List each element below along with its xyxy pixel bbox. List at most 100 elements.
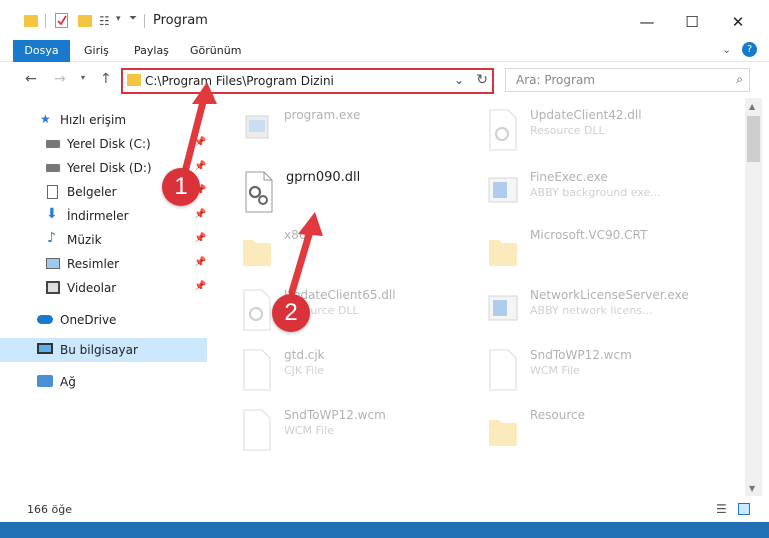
file-item[interactable]: program.exe — [232, 104, 462, 156]
file-item[interactable]: gtd.cjk CJK File — [232, 344, 462, 396]
folder-item[interactable]: x86 — [232, 224, 462, 276]
exe-file-icon — [245, 115, 269, 139]
tab-home[interactable]: Giriş — [74, 40, 119, 62]
chevron-down-icon[interactable]: ▾ — [116, 14, 121, 34]
vertical-scrollbar[interactable]: ▲ ▼ — [745, 98, 762, 496]
status-bar: 166 öğe ☰ — [0, 496, 769, 522]
search-box[interactable]: Ara: Program ⌕ — [505, 68, 750, 92]
search-icon: ⌕ — [736, 72, 743, 86]
folder-icon — [127, 74, 141, 86]
file-item[interactable]: UpdateClient42.dll Resource DLL — [478, 104, 708, 156]
properties-icon[interactable] — [55, 13, 68, 28]
forward-arrow-icon[interactable]: → — [54, 71, 66, 87]
folder-item[interactable]: Microsoft.VC90.CRT — [478, 224, 708, 276]
new-folder-icon[interactable] — [78, 15, 92, 27]
pin-icon: 📌 — [194, 161, 207, 172]
chevron-down-icon[interactable]: ⌄ — [454, 73, 464, 87]
sidebar-item-local-disk-c[interactable]: Yerel Disk (C:) 📌 — [0, 132, 207, 156]
star-icon: ★ — [40, 112, 51, 126]
file-item-gprn090[interactable]: gprn090.dll — [234, 166, 464, 218]
scroll-up-icon[interactable]: ▲ — [749, 102, 755, 111]
scroll-down-icon[interactable]: ▼ — [749, 484, 755, 493]
blank-file-icon — [489, 349, 517, 391]
network-icon — [37, 375, 53, 387]
sidebar-item-label: Müzik — [67, 233, 102, 247]
back-arrow-icon[interactable]: ← — [25, 71, 37, 87]
sidebar-item-network[interactable]: Ağ — [0, 370, 207, 394]
sidebar-item-videos[interactable]: Videolar 📌 — [0, 276, 207, 300]
item-count: 166 öğe — [27, 503, 72, 516]
scrollbar-thumb[interactable] — [747, 116, 760, 162]
sidebar-item-this-pc[interactable]: Bu bilgisayar — [0, 338, 207, 362]
close-button[interactable]: ✕ — [715, 10, 761, 34]
blank-file-icon — [243, 349, 271, 391]
file-name: x86 — [284, 228, 307, 242]
file-item[interactable]: SndToWP12.wcm WCM File — [478, 344, 708, 396]
recent-locations-icon[interactable]: ▾ — [81, 73, 85, 82]
maximize-button[interactable]: ☐ — [669, 10, 715, 34]
folder-icon — [243, 240, 271, 266]
sidebar-item-label: Yerel Disk (C:) — [67, 137, 151, 151]
navigation-pane: ★ Hızlı erişim Yerel Disk (C:) 📌 Yerel D… — [0, 98, 210, 496]
folder-item[interactable]: Resource — [478, 404, 708, 456]
view-options-icon[interactable]: ☷ — [99, 14, 110, 34]
title-bar: ☷ ▾ ⏷ Program — ☐ ✕ — [0, 0, 769, 40]
file-name: SndToWP12.wcm — [284, 408, 386, 422]
sidebar-item-label: Hızlı erişim — [60, 113, 127, 127]
search-input[interactable]: Ara: Program — [516, 73, 595, 87]
cloud-icon — [37, 315, 53, 324]
large-icons-view-icon[interactable] — [738, 503, 750, 515]
window-title: Program — [153, 13, 208, 28]
sidebar-item-quick-access[interactable]: ★ Hızlı erişim — [0, 108, 207, 132]
refresh-icon[interactable]: ↻ — [476, 72, 488, 88]
pin-icon: 📌 — [194, 233, 207, 244]
file-type: ABBY background exe... — [530, 186, 661, 199]
file-name: SndToWP12.wcm — [530, 348, 632, 362]
drive-icon — [46, 164, 60, 172]
quick-access-divider — [144, 14, 145, 28]
up-arrow-icon[interactable]: ↑ — [100, 71, 112, 87]
file-name: gprn090.dll — [286, 170, 361, 185]
folder-icon — [24, 15, 38, 27]
file-name: Microsoft.VC90.CRT — [530, 228, 648, 242]
step-1-badge: 1 — [162, 168, 200, 206]
minimize-button[interactable]: — — [624, 10, 670, 34]
file-type: WCM File — [284, 424, 334, 437]
pin-icon: 📌 — [194, 281, 207, 292]
sidebar-item-pictures[interactable]: Resimler 📌 — [0, 252, 207, 276]
sidebar-item-downloads[interactable]: ⬇ İndirmeler 📌 — [0, 204, 207, 228]
dll-file-icon — [489, 109, 517, 151]
sidebar-item-label: Ağ — [60, 375, 76, 389]
taskbar-edge — [0, 522, 769, 538]
file-name: Resource — [530, 408, 586, 422]
computer-icon — [37, 343, 53, 354]
sidebar-item-onedrive[interactable]: OneDrive — [0, 308, 207, 332]
file-item[interactable]: SndToWP12.wcm WCM File — [232, 404, 462, 456]
address-bar[interactable]: C:\Program Files\Program Dizini ⌄ ↻ — [121, 68, 494, 94]
details-view-icon[interactable]: ☰ — [716, 502, 727, 516]
pictures-icon — [46, 258, 60, 269]
sidebar-item-label: İndirmeler — [67, 209, 129, 223]
folder-icon — [489, 420, 517, 446]
sidebar-item-label: Videolar — [67, 281, 117, 295]
sidebar-item-label: Yerel Disk (D:) — [67, 161, 152, 175]
file-name: program.exe — [284, 108, 361, 122]
tab-share[interactable]: Paylaş — [124, 40, 179, 62]
file-item[interactable]: FineExec.exe ABBY background exe... — [478, 166, 708, 218]
file-name: gtd.cjk — [284, 348, 325, 362]
sidebar-item-music[interactable]: ♪ Müzik 📌 — [0, 228, 207, 252]
download-icon: ⬇ — [46, 206, 58, 222]
dll-file-icon — [243, 289, 271, 331]
tab-view[interactable]: Görünüm — [180, 40, 251, 62]
file-item[interactable]: NetworkLicenseServer.exe ABBY network li… — [478, 284, 708, 336]
sidebar-item-label: OneDrive — [60, 313, 117, 327]
folder-icon — [489, 240, 517, 266]
ribbon-tabs: Dosya Giriş Paylaş Görünüm ⌄ ? — [0, 40, 769, 92]
help-icon[interactable]: ? — [742, 42, 757, 57]
exe-file-icon — [488, 177, 518, 203]
ribbon-expand-icon[interactable]: ⌄ — [722, 43, 731, 56]
file-item[interactable]: UpdateClient65.dll Resource DLL — [232, 284, 462, 336]
address-path: C:\Program Files\Program Dizini — [145, 74, 334, 88]
navigation-bar: ← → ▾ ↑ C:\Program Files\Program Dizini … — [0, 62, 769, 98]
customize-toolbar-icon[interactable]: ⏷ — [129, 13, 137, 33]
